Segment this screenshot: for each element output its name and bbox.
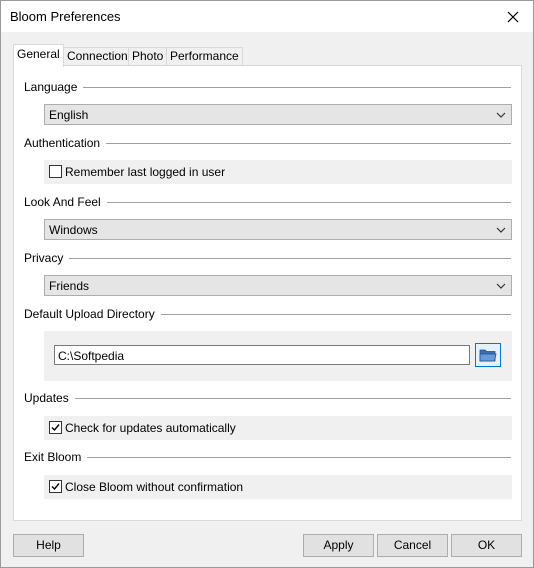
tab-performance[interactable]: Performance <box>166 47 243 66</box>
close-icon <box>507 11 519 22</box>
section-divider <box>66 258 511 259</box>
updates-label: Updates <box>24 391 75 405</box>
ok-button[interactable]: OK <box>451 534 522 557</box>
help-button[interactable]: Help <box>13 534 84 557</box>
auto-update-label[interactable]: Check for updates automatically <box>65 421 236 435</box>
tab-label: Performance <box>170 49 239 63</box>
chevron-down-icon <box>496 227 506 233</box>
general-panel: Language English Authentication Remember… <box>13 65 522 521</box>
browse-folder-button[interactable] <box>475 343 501 367</box>
tab-label: Connection <box>67 49 128 63</box>
close-without-confirm-label[interactable]: Close Bloom without confirmation <box>65 480 243 494</box>
checkmark-icon <box>51 483 60 491</box>
tab-label: Photo <box>132 49 164 63</box>
exit-bloom-label: Exit Bloom <box>24 450 88 464</box>
chevron-down-icon <box>496 283 506 289</box>
tab-label: General <box>17 47 60 61</box>
upload-directory-value: C:\Softpedia <box>58 349 125 363</box>
look-and-feel-select[interactable]: Windows <box>44 219 512 240</box>
privacy-label: Privacy <box>24 251 70 265</box>
tab-photo[interactable]: Photo <box>128 47 168 66</box>
privacy-select[interactable]: Friends <box>44 275 512 296</box>
chevron-down-icon <box>496 112 506 118</box>
cancel-button[interactable]: Cancel <box>377 534 448 557</box>
upload-directory-input[interactable]: C:\Softpedia <box>54 345 470 365</box>
tab-connection[interactable]: Connection <box>63 47 132 66</box>
language-select[interactable]: English <box>44 104 512 125</box>
auto-update-checkbox[interactable] <box>49 421 62 434</box>
section-divider <box>104 143 511 144</box>
section-divider <box>74 87 511 88</box>
close-without-confirm-checkbox[interactable] <box>49 480 62 493</box>
folder-icon <box>479 349 497 362</box>
look-and-feel-value: Windows <box>49 223 98 237</box>
upload-directory-label: Default Upload Directory <box>24 307 161 321</box>
remember-user-checkbox[interactable] <box>49 165 62 178</box>
checkmark-icon <box>51 424 60 432</box>
authentication-label: Authentication <box>24 136 107 150</box>
tab-general[interactable]: General <box>13 44 64 67</box>
window-title: Bloom Preferences <box>10 9 121 24</box>
look-and-feel-label: Look And Feel <box>24 195 107 209</box>
section-divider <box>80 457 511 458</box>
language-value: English <box>49 108 89 122</box>
section-divider <box>98 202 511 203</box>
close-button[interactable] <box>493 1 533 32</box>
preferences-window: Bloom Preferences General Connection Pho… <box>0 0 534 568</box>
apply-button[interactable]: Apply <box>303 534 374 557</box>
language-label: Language <box>24 80 84 94</box>
remember-user-label[interactable]: Remember last logged in user <box>65 165 225 179</box>
section-divider <box>70 398 511 399</box>
privacy-value: Friends <box>49 279 90 293</box>
title-bar: Bloom Preferences <box>1 1 533 32</box>
section-divider <box>150 314 511 315</box>
